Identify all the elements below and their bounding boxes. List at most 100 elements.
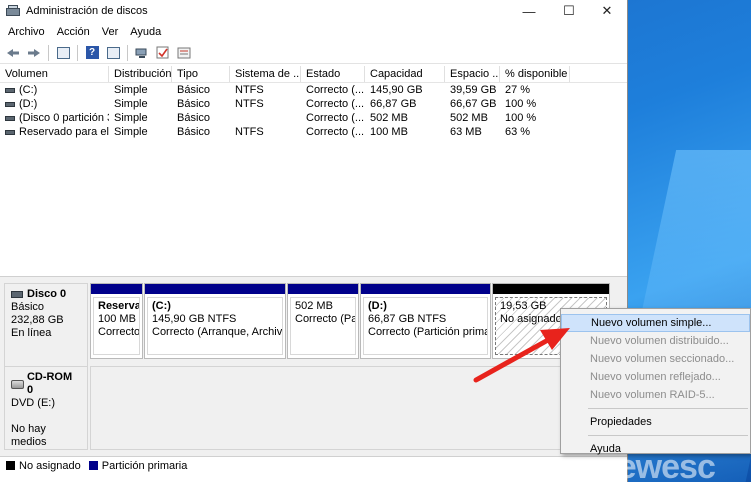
menu-ver[interactable]: Ver <box>96 26 125 38</box>
volume-icon <box>5 129 15 135</box>
menu-separator <box>588 435 748 436</box>
table-row[interactable]: (D:) Simple Básico NTFS Correcto (... 66… <box>0 97 627 111</box>
table-cell: 27 % <box>505 84 531 96</box>
table-row[interactable]: Reservado para el ... Simple Básico NTFS… <box>0 125 627 139</box>
menu-ayuda[interactable]: Ayuda <box>124 26 167 38</box>
partition-status: Correcto (Arranque, Archivo d <box>152 326 283 338</box>
partition-d[interactable]: (D:) 66,87 GB NTFS Correcto (Partición p… <box>360 283 491 359</box>
partition-reserved[interactable]: Reservad 100 MB N Correcto <box>90 283 143 359</box>
toolbar: ? <box>0 42 627 64</box>
table-cell: 502 MB <box>450 112 488 124</box>
refresh-icon[interactable] <box>104 44 122 62</box>
partition-size: 145,90 GB NTFS <box>152 313 237 325</box>
menu-accion[interactable]: Acción <box>51 26 96 38</box>
primary-partition-bar <box>145 284 285 294</box>
disk-management-window: Administración de discos — ☐ ✕ Archivo A… <box>0 0 628 482</box>
table-cell: Correcto (... <box>306 112 365 124</box>
table-row[interactable]: (Disco 0 partición 3) Simple Básico Corr… <box>0 111 627 125</box>
toolbar-separator <box>77 44 78 61</box>
disk-type: Básico <box>11 301 45 313</box>
disk-icon <box>11 291 23 298</box>
settings-icon[interactable] <box>175 44 193 62</box>
table-cell: 66,67 GB <box>450 98 497 110</box>
properties-icon[interactable] <box>54 44 72 62</box>
volume-name: (Disco 0 partición 3) <box>19 112 109 124</box>
table-cell: NTFS <box>235 98 264 110</box>
cdrom-label[interactable]: CD-ROM 0 DVD (E:) No hay medios <box>4 366 88 450</box>
menu-item-properties[interactable]: Propiedades <box>561 413 750 431</box>
table-cell: 100 % <box>505 112 537 124</box>
disk-check-icon[interactable] <box>154 44 172 62</box>
column-header[interactable]: Distribución <box>109 66 172 82</box>
table-cell: 100 MB <box>370 126 408 138</box>
disk-name: Disco 0 <box>27 288 67 300</box>
menu-item-new-spanned-volume[interactable]: Nuevo volumen distribuido... <box>561 332 750 350</box>
menu-item-help[interactable]: Ayuda <box>561 440 750 458</box>
partition-size: 66,87 GB NTFS <box>368 313 447 325</box>
close-button[interactable]: ✕ <box>584 0 630 22</box>
menu-archivo[interactable]: Archivo <box>2 26 51 38</box>
table-cell: 66,87 GB <box>370 98 417 110</box>
table-cell: Simple <box>114 98 148 110</box>
table-cell: Básico <box>177 84 211 96</box>
column-header[interactable]: Sistema de ... <box>230 66 301 82</box>
primary-partition-swatch <box>88 461 98 470</box>
table-cell: Simple <box>114 84 148 96</box>
toolbar-separator <box>48 44 49 61</box>
menu-item-new-raid5-volume[interactable]: Nuevo volumen RAID-5... <box>561 386 750 404</box>
unallocated-swatch <box>6 461 15 470</box>
table-cell: NTFS <box>235 126 264 138</box>
disk-0-partitions: Reservad 100 MB N Correcto (C:) 145,90 G… <box>90 283 610 359</box>
table-cell: 502 MB <box>370 112 408 124</box>
table-cell: 145,90 GB <box>370 84 423 96</box>
menu-separator <box>588 408 748 409</box>
table-cell: 39,59 GB <box>450 84 497 96</box>
menu-item-new-striped-volume[interactable]: Nuevo volumen seccionado... <box>561 350 750 368</box>
column-header[interactable]: Capacidad <box>365 66 445 82</box>
volume-name: (C:) <box>19 84 38 96</box>
cdrom-body <box>90 366 610 450</box>
forward-icon[interactable] <box>25 44 43 62</box>
partition-size: 100 MB N <box>98 313 139 325</box>
volume-icon <box>5 101 15 107</box>
cdrom-drive: DVD (E:) <box>11 397 55 409</box>
column-header[interactable]: Volumen <box>0 66 109 82</box>
help-icon[interactable]: ? <box>83 44 101 62</box>
legend-label: No asignado <box>19 459 81 472</box>
legend-label: Partición primaria <box>101 459 188 472</box>
column-header[interactable]: Tipo <box>172 66 230 82</box>
primary-partition-bar <box>361 284 490 294</box>
volume-name: (D:) <box>19 98 38 110</box>
back-icon[interactable] <box>4 44 22 62</box>
volume-list-header: Volumen Distribución Tipo Sistema de ...… <box>0 66 627 83</box>
table-cell: 63 MB <box>450 126 482 138</box>
console-icon[interactable] <box>133 44 151 62</box>
table-cell: Simple <box>114 126 148 138</box>
primary-partition-bar <box>288 284 358 294</box>
table-row[interactable]: (C:) Simple Básico NTFS Correcto (... 14… <box>0 83 627 97</box>
partition-name: (D:) <box>368 300 387 312</box>
partition-c[interactable]: (C:) 145,90 GB NTFS Correcto (Arranque, … <box>144 283 286 359</box>
unallocated-bar <box>493 284 609 294</box>
column-header[interactable]: Estado <box>301 66 365 82</box>
menu-item-new-mirrored-volume[interactable]: Nuevo volumen reflejado... <box>561 368 750 386</box>
volume-icon <box>5 87 15 93</box>
cdrom-icon <box>11 379 24 389</box>
menu-item-new-simple-volume[interactable]: Nuevo volumen simple... <box>561 314 750 332</box>
cdrom-name: CD-ROM 0 <box>26 371 73 396</box>
title-bar: Administración de discos — ☐ ✕ <box>0 0 627 22</box>
primary-partition-bar <box>91 284 142 294</box>
disk-0-label[interactable]: Disco 0 Básico 232,88 GB En línea <box>4 283 88 367</box>
cdrom-status: No hay medios <box>11 423 47 448</box>
legend: No asignado Partición primaria <box>0 456 627 474</box>
table-cell: 100 % <box>505 98 537 110</box>
volume-list: Volumen Distribución Tipo Sistema de ...… <box>0 66 627 270</box>
column-header[interactable]: % disponible <box>500 66 570 82</box>
disk-0-row: Disco 0 Básico 232,88 GB En línea Reserv… <box>2 283 622 367</box>
partition-status: Correcto <box>98 326 140 338</box>
column-header[interactable]: Espacio ... <box>445 66 500 82</box>
toolbar-separator <box>127 44 128 61</box>
partition-3[interactable]: 502 MB Correcto (Part <box>287 283 359 359</box>
cdrom-row: CD-ROM 0 DVD (E:) No hay medios <box>2 366 622 450</box>
context-menu: Nuevo volumen simple... Nuevo volumen di… <box>560 308 751 455</box>
